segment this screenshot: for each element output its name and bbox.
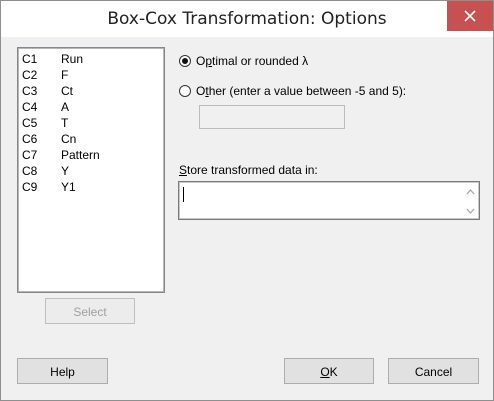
help-button[interactable]: Help <box>17 358 108 384</box>
cancel-button[interactable]: Cancel <box>388 358 479 384</box>
variable-list-item[interactable]: C4 A <box>22 99 162 115</box>
variable-column-id: C4 <box>22 100 38 114</box>
variable-column-id: C8 <box>22 164 38 178</box>
variable-list-item[interactable]: C8 Y <box>22 163 162 179</box>
variable-list-item[interactable]: C2 F <box>22 67 162 83</box>
variable-name: A <box>61 100 70 114</box>
store-label: Store transformed data in: <box>179 163 318 177</box>
variable-name: Y <box>61 164 70 178</box>
text-caret <box>183 187 184 202</box>
variable-column-id: C3 <box>22 84 38 98</box>
variable-name: Run <box>61 52 84 66</box>
variable-name: Pattern <box>61 148 100 162</box>
variable-list-item[interactable]: C5 T <box>22 115 162 131</box>
radio-selected-dot <box>182 58 188 64</box>
optimal-label: Optimal or rounded λ <box>196 54 309 68</box>
variable-column-id: C1 <box>22 52 38 66</box>
variable-column-id: C6 <box>22 132 38 146</box>
close-x-icon <box>464 10 476 22</box>
arrow-down-icon[interactable] <box>462 202 479 219</box>
variable-name: T <box>61 116 69 130</box>
variable-column-id: C5 <box>22 116 38 130</box>
variable-name: F <box>61 68 69 82</box>
variable-column-id: C9 <box>22 180 38 194</box>
variable-list[interactable]: C1 Run C2 F C3 Ct C4 A C5 T C6 Cn C7 Pattern C8 Y C9 Y1 <box>17 47 165 293</box>
variable-name: Ct <box>61 84 73 98</box>
variable-list-item[interactable]: C1 Run <box>22 51 162 67</box>
dialog-title: Box-Cox Transformation: Options <box>107 9 387 29</box>
optimal-radio[interactable] <box>179 55 191 67</box>
variable-list-item[interactable]: C7 Pattern <box>22 147 162 163</box>
title-bar: Box-Cox Transformation: Options <box>1 1 493 37</box>
store-scrollbar[interactable] <box>462 182 479 219</box>
other-radio[interactable] <box>179 85 191 97</box>
variable-name: Y1 <box>61 180 76 194</box>
variable-list-item[interactable]: C6 Cn <box>22 131 162 147</box>
ok-button[interactable]: OK <box>284 358 374 384</box>
variable-column-id: C2 <box>22 68 38 82</box>
variable-list-item[interactable]: C9 Y1 <box>22 179 162 195</box>
close-button[interactable] <box>447 1 493 31</box>
variable-column-id: C7 <box>22 148 38 162</box>
arrow-up-icon[interactable] <box>462 184 479 201</box>
lambda-value-input[interactable] <box>199 105 345 129</box>
other-label: Other (enter a value between -5 and 5): <box>196 84 407 98</box>
variable-name: Cn <box>61 132 77 146</box>
select-button[interactable]: Select <box>45 298 135 324</box>
store-input[interactable] <box>178 181 480 220</box>
dialog-window: Box-Cox Transformation: Options C1 Run C2 F… <box>0 0 494 401</box>
variable-list-item[interactable]: C3 Ct <box>22 83 162 99</box>
